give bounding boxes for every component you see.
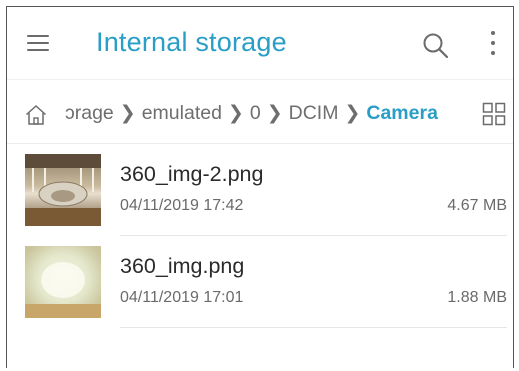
- image-thumbnail: [25, 246, 101, 318]
- chevron-right-icon: ❯: [266, 103, 283, 124]
- breadcrumb-item-camera[interactable]: Camera: [366, 102, 438, 125]
- file-list: 360_img-2.png 04/11/2019 17:42 4.67 MB 3…: [7, 144, 513, 328]
- file-date: 04/11/2019 17:42: [120, 197, 244, 214]
- page-title: Internal storage: [96, 27, 287, 57]
- breadcrumb-path: ɔrage ❯ emulated ❯ 0 ❯ DCIM ❯ Camera: [65, 102, 438, 125]
- chevron-right-icon: ❯: [344, 103, 361, 124]
- breadcrumb-item-dcim[interactable]: DCIM: [289, 102, 339, 125]
- breadcrumb-item-0[interactable]: 0: [250, 102, 261, 125]
- home-icon[interactable]: [24, 103, 48, 127]
- file-name: 360_img-2.png: [120, 162, 264, 186]
- file-size: 4.67 MB: [447, 197, 507, 214]
- chevron-right-icon: ❯: [119, 103, 136, 124]
- breadcrumb-item-emulated[interactable]: emulated: [142, 102, 222, 125]
- image-thumbnail: [25, 154, 101, 226]
- list-item[interactable]: 360_img-2.png 04/11/2019 17:42 4.67 MB: [7, 144, 513, 236]
- breadcrumb-item-storage[interactable]: ɔrage: [65, 102, 114, 125]
- row-divider: [120, 327, 507, 328]
- more-vertical-icon[interactable]: [487, 29, 499, 59]
- file-date: 04/11/2019 17:01: [120, 289, 244, 306]
- file-size: 1.88 MB: [447, 289, 507, 306]
- hamburger-menu-icon[interactable]: [27, 35, 49, 51]
- file-name: 360_img.png: [120, 254, 245, 278]
- app-window: Internal storage ɔrage ❯ emulated ❯ 0 ❯: [6, 6, 514, 368]
- search-icon[interactable]: [422, 32, 450, 60]
- grid-view-icon[interactable]: [482, 102, 506, 126]
- list-item[interactable]: 360_img.png 04/11/2019 17:01 1.88 MB: [7, 236, 513, 328]
- breadcrumb: ɔrage ❯ emulated ❯ 0 ❯ DCIM ❯ Camera: [7, 87, 513, 144]
- chevron-right-icon: ❯: [227, 103, 244, 124]
- app-bar: Internal storage: [7, 7, 513, 80]
